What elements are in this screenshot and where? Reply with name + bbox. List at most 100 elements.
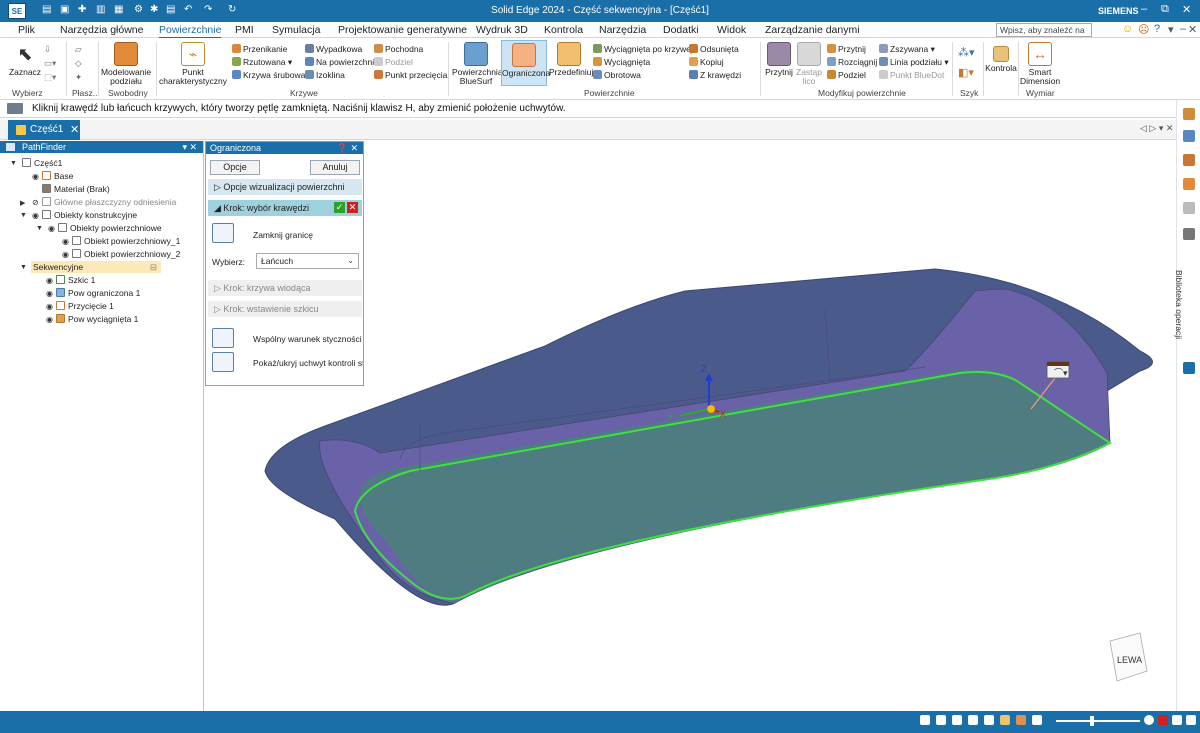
layers-icon[interactable]: [1183, 130, 1195, 142]
close-boundary-icon[interactable]: [212, 223, 234, 243]
eye-icon[interactable]: ◉: [46, 314, 54, 326]
collapse-icon[interactable]: ▼: [10, 160, 17, 167]
eye-icon[interactable]: ◉: [46, 301, 54, 313]
view-orientation-icon[interactable]: [1032, 715, 1042, 725]
tree-item-szkic-1[interactable]: ◉ Szkic 1: [46, 274, 95, 286]
opcje-wizualizacji-section[interactable]: ▷ Opcje wizualizacji powierzchni: [208, 179, 362, 195]
collapse-icon[interactable]: ▼: [36, 225, 43, 232]
tree-item-obiekty-powierzchniowe[interactable]: ◉ Obiekty powierzchniowe: [48, 222, 162, 234]
help-icon[interactable]: ?: [1154, 23, 1160, 35]
library-icon[interactable]: [1183, 108, 1195, 120]
close-tab-icon[interactable]: ✕: [70, 120, 79, 140]
kontrola-button[interactable]: Kontrola: [985, 42, 1017, 73]
eye-icon[interactable]: ◉: [62, 236, 70, 248]
expand-icon[interactable]: ▶: [20, 199, 25, 207]
camera-icon[interactable]: [1172, 715, 1182, 725]
grid-icon[interactable]: [1183, 154, 1195, 166]
minimize-button[interactable]: –: [1141, 3, 1147, 15]
origin-point[interactable]: [706, 404, 716, 414]
z-krawedzi-button[interactable]: Z krawędzi: [689, 70, 741, 80]
pan-icon[interactable]: [968, 715, 978, 725]
przytnij-button[interactable]: Przytnij: [827, 44, 866, 54]
wrench-icon[interactable]: [1183, 178, 1195, 190]
view-cube-label[interactable]: LEWA: [1117, 655, 1142, 665]
web-icon[interactable]: [1183, 362, 1195, 374]
przedefiniuj-button[interactable]: Przedefiniuj: [549, 42, 593, 77]
tab-symulacja[interactable]: Symulacja: [272, 24, 320, 36]
keyboard-icon[interactable]: [7, 103, 23, 114]
krok-wybor-krawedzi-section[interactable]: ◢ Krok: wybór krawędzi ✓ ✕: [208, 200, 362, 216]
eye-icon[interactable]: ◉: [62, 249, 70, 261]
zastap-lico-button[interactable]: Zastąp lico: [796, 42, 822, 86]
pattern-icon[interactable]: ⁂▾: [958, 46, 975, 59]
tab-kontrola[interactable]: Kontrola: [544, 24, 583, 36]
collapse-icon[interactable]: ▼: [20, 212, 27, 219]
wyciagnieta-button[interactable]: Wyciągnięta: [593, 57, 650, 67]
eye-icon[interactable]: ◉: [46, 288, 54, 300]
zoom-slider-thumb[interactable]: [1090, 716, 1094, 726]
rozciagnij-button[interactable]: Rozciągnij: [827, 57, 877, 67]
tab-zarzadzanie-danymi[interactable]: Zarządzanie danymi: [765, 24, 860, 36]
eye-icon[interactable]: ◉: [32, 171, 40, 183]
search-input[interactable]: Wpisz, aby znaleźć na: [996, 23, 1092, 37]
obrotowa-button[interactable]: Obrotowa: [593, 70, 641, 80]
select-window-icon[interactable]: ⬚▾: [44, 72, 56, 83]
ograniczona-button[interactable]: Ograniczona: [501, 40, 550, 86]
bluesurf-button[interactable]: Powierzchnia BlueSurf: [452, 42, 503, 86]
sad-feedback-icon[interactable]: ☹: [1138, 23, 1149, 36]
na-powierzchni-button[interactable]: Na powierzchni: [305, 57, 374, 67]
shade-icon[interactable]: [1000, 715, 1010, 725]
rzutowana-button[interactable]: Rzutowana ▾: [232, 57, 292, 68]
close-button[interactable]: ✕: [1182, 3, 1191, 16]
fit-icon[interactable]: [952, 715, 962, 725]
eye-icon[interactable]: ◉: [46, 275, 54, 287]
punkt-przeciecia-button[interactable]: Punkt przecięcia: [374, 70, 447, 80]
tree-item-pow-ograniczona[interactable]: ◉ Pow ograniczona 1: [46, 287, 140, 299]
ribbon-minimize-icon[interactable]: –: [1180, 23, 1186, 35]
krzywa-srubowa-button[interactable]: Krzywa śrubowa: [232, 70, 305, 80]
eye-icon[interactable]: ◉: [32, 210, 40, 222]
zoom-slider[interactable]: [1056, 720, 1140, 722]
tree-item-material[interactable]: Materiał (Brak): [40, 183, 110, 195]
zszywana-button[interactable]: Zszywana ▾: [879, 44, 935, 55]
eye-icon[interactable]: ◉: [48, 223, 56, 235]
select-box-icon[interactable]: ▭▾: [44, 58, 56, 69]
przenikanie-button[interactable]: Przenikanie: [232, 44, 287, 54]
parts-icon[interactable]: [1183, 202, 1195, 214]
wyciagnieta-po-krzywej-button[interactable]: Wyciągnięta po krzywej: [593, 44, 693, 54]
tree-item-base[interactable]: ◉ Base: [32, 170, 73, 182]
mirror-icon[interactable]: ◧▾: [958, 66, 974, 79]
accept-icon[interactable]: ✓: [334, 202, 345, 213]
zoom-in-icon[interactable]: [1144, 715, 1154, 725]
eye-hidden-icon[interactable]: ⊘: [32, 197, 40, 209]
tree-item-obiekty-konstrukcyjne[interactable]: ◉ Obiekty konstrukcyjne: [32, 209, 137, 221]
dropdown-icon[interactable]: ▾: [1168, 23, 1174, 36]
restore-button[interactable]: ⧉: [1161, 3, 1169, 16]
tangency-condition-icon[interactable]: [212, 328, 234, 348]
podziel-curve-button[interactable]: Podziel: [374, 57, 413, 67]
modelowanie-podzialu-button[interactable]: Modelowanie podziału: [100, 42, 152, 86]
wybierz-select[interactable]: Łańcuch ⌄: [256, 253, 359, 269]
tab-wydruk-3d[interactable]: Wydruk 3D: [476, 24, 528, 36]
przytnij-big-button[interactable]: Przytnij: [764, 42, 794, 77]
feature-library-icon[interactable]: [1183, 228, 1195, 240]
tree-item-czesc1[interactable]: Część1: [20, 157, 62, 169]
ograniczona-help-close-icon[interactable]: ❓ ✕: [337, 142, 358, 154]
smart-dimension-button[interactable]: ↔ Smart Dimension: [1020, 42, 1060, 86]
tree-item-plaszczyzny[interactable]: ⊘ Główne płaszczyzny odniesienia: [32, 196, 176, 208]
podziel-surface-button[interactable]: Podziel: [827, 70, 866, 80]
tree-item-obiekt-1[interactable]: ◉ Obiekt powierzchniowy_1: [62, 235, 180, 247]
zoom-icon[interactable]: [936, 715, 946, 725]
tab-projektowanie-generatywne[interactable]: Projektowanie generatywne: [338, 24, 467, 36]
anuluj-button[interactable]: Anuluj: [310, 160, 360, 175]
tree-item-obiekt-2[interactable]: ◉ Obiekt powierzchniowy_2: [62, 248, 180, 260]
punkt-bluedot-button[interactable]: Punkt BlueDot: [879, 70, 944, 80]
odsunieta-button[interactable]: Odsunięta: [689, 44, 739, 54]
tab-plik[interactable]: Plik: [18, 24, 35, 36]
ribbon-close-icon[interactable]: ✕: [1188, 23, 1197, 36]
handle-dropdown-icon[interactable]: ⌒▾: [1054, 368, 1068, 378]
collapse-icon[interactable]: ▼: [20, 264, 27, 271]
reject-icon[interactable]: ✕: [347, 202, 358, 213]
record-icon[interactable]: [1158, 715, 1168, 725]
document-tab[interactable]: Część1 ✕: [8, 120, 80, 140]
